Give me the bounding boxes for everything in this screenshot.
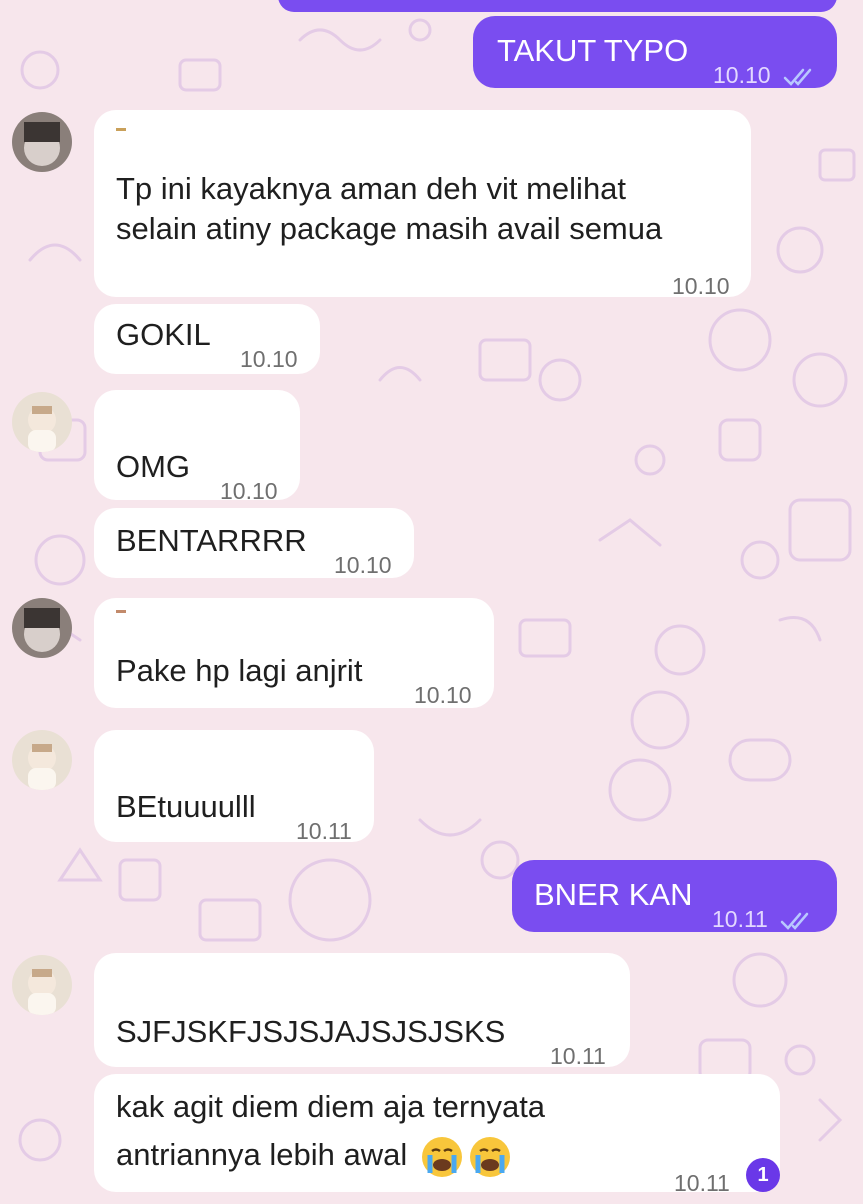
avatar-image — [12, 598, 72, 658]
message-text: BENTARRRR — [116, 523, 307, 558]
message-text: GOKIL — [116, 317, 211, 352]
message-time: 10.10 — [220, 478, 278, 504]
message-line: Tp ini kayaknya aman deh vit melihat — [116, 171, 627, 206]
outgoing-message-partial[interactable] — [278, 0, 837, 12]
avatar-image — [12, 392, 72, 452]
message-time: 10.11 — [712, 898, 814, 940]
double-check-icon — [781, 912, 809, 930]
incoming-message[interactable]: GOKIL 10.10 — [94, 304, 320, 374]
avatar-image — [12, 112, 72, 172]
crying-face-icon — [421, 1136, 462, 1177]
message-line: antriannya lebih awal — [116, 1134, 512, 1179]
sender-name-mark — [116, 610, 126, 613]
avatar[interactable] — [12, 598, 72, 658]
message-text: OMG — [116, 449, 191, 484]
message-line: kak agit diem diem aja ternyata — [116, 1089, 546, 1124]
message-time: 10.10 — [672, 273, 730, 299]
outgoing-message[interactable]: BNER KAN 10.11 — [512, 860, 837, 932]
message-time: 10.11 — [674, 1170, 730, 1196]
incoming-message[interactable]: SJFJSKFJSJSJAJSJSJSKS 10.11 — [94, 953, 630, 1069]
unread-count-badge[interactable]: 1 — [746, 1158, 780, 1192]
incoming-message[interactable]: Pake hp lagi anjrit 10.10 — [94, 598, 494, 708]
message-text: BNER KAN — [534, 877, 693, 912]
double-check-icon — [783, 68, 812, 86]
avatar[interactable] — [12, 955, 72, 1015]
avatar[interactable] — [12, 112, 72, 172]
message-text: TAKUT TYPO — [497, 33, 689, 68]
message-time: 10.10 — [414, 682, 472, 708]
avatar-image — [12, 955, 72, 1015]
incoming-message[interactable]: BENTARRRR 10.10 — [94, 508, 414, 578]
message-text: SJFJSKFJSJSJAJSJSJSKS — [116, 1014, 506, 1049]
message-text: Pake hp lagi anjrit — [116, 653, 363, 688]
crying-face-icon — [469, 1136, 510, 1177]
message-line: selain atiny package masih avail semua — [116, 211, 663, 246]
message-time: 10.10 — [713, 54, 817, 96]
incoming-message[interactable]: BEtuuuulll 10.11 — [94, 730, 374, 844]
sender-name-mark — [116, 128, 126, 131]
incoming-message[interactable]: kak agit diem diem aja ternyata antriann… — [94, 1074, 780, 1196]
message-time: 10.11 — [550, 1043, 606, 1069]
message-time: 10.10 — [240, 346, 298, 372]
message-text: BEtuuuulll — [116, 789, 256, 824]
incoming-message[interactable]: OMG 10.10 — [94, 390, 300, 504]
avatar[interactable] — [12, 730, 72, 790]
outgoing-message[interactable]: TAKUT TYPO 10.10 — [473, 16, 837, 88]
avatar-image — [12, 730, 72, 790]
avatar[interactable] — [12, 392, 72, 452]
incoming-message[interactable]: Tp ini kayaknya aman deh vit melihat sel… — [94, 110, 751, 299]
message-time: 10.10 — [334, 552, 392, 578]
message-time: 10.11 — [296, 818, 352, 844]
